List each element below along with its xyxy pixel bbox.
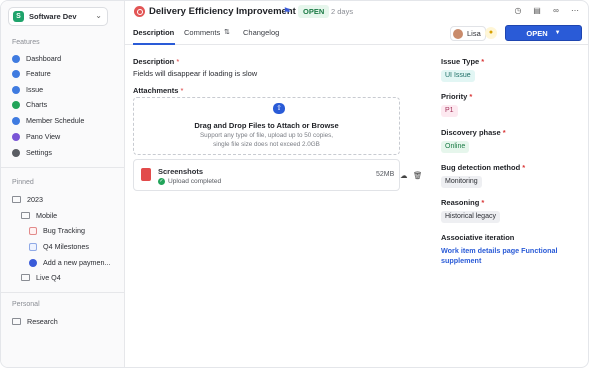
sidebar-divider: [1, 292, 125, 293]
upload-status: ✓ Upload completed: [158, 178, 222, 185]
sidebar-item-dashboard[interactable]: Dashboard: [12, 53, 61, 64]
priority-label: Priority *: [441, 92, 473, 101]
sidebar: S Software Dev ⌄ Features Dashboard Feat…: [1, 1, 125, 367]
sidebar-item-feature[interactable]: Feature: [12, 68, 51, 79]
sidebar-item-add-payment[interactable]: Add a new paymen...: [29, 257, 111, 268]
sidebar-item-member-schedule[interactable]: Member Schedule: [12, 115, 84, 126]
sidebar-item-settings[interactable]: Settings: [12, 147, 52, 158]
association-link[interactable]: Work item details page Functional supple…: [441, 246, 576, 267]
task-icon: [29, 258, 37, 267]
sidebar-item-pano-view[interactable]: Pano View: [12, 131, 60, 142]
folder-icon: [12, 318, 21, 325]
tab-changelog[interactable]: Changelog: [243, 28, 279, 37]
reasoning-label: Reasoning *: [441, 198, 485, 207]
sidebar-item-q4-milestones[interactable]: Q4 Milestones: [29, 241, 89, 252]
chevron-updown-icon: ⌄: [95, 11, 102, 20]
tab-bar: Description Comments ⇅ Changelog Lisa ● …: [125, 23, 588, 45]
sidebar-item-charts[interactable]: Charts: [12, 99, 47, 110]
issue-icon: [12, 85, 20, 94]
pano-view-icon: [12, 132, 20, 141]
active-tab-indicator: [133, 43, 175, 45]
assignee-chip[interactable]: Lisa: [450, 26, 486, 41]
settings-icon: [12, 148, 20, 157]
discovery-phase-value[interactable]: Online: [441, 141, 470, 153]
issue-age: 2 days: [331, 7, 354, 16]
issue-type-icon: [134, 6, 145, 17]
tab-description[interactable]: Description: [133, 28, 174, 37]
file-name: Screenshots: [158, 167, 204, 176]
sidebar-divider: [1, 167, 125, 168]
clock-icon[interactable]: ◷: [513, 6, 523, 15]
sidebar-item-research[interactable]: Research: [12, 316, 58, 327]
bug-detection-value[interactable]: Monitoring: [441, 176, 482, 188]
status-badge: OPEN: [298, 5, 330, 18]
tab-comments[interactable]: Comments: [184, 28, 220, 37]
description-label: Description *: [133, 57, 180, 66]
association-label: Associative iteration: [441, 233, 515, 242]
sidebar-item-issue[interactable]: Issue: [12, 84, 43, 95]
features-section-label: Features: [12, 39, 40, 46]
sidebar-item-2023[interactable]: 2023: [12, 194, 43, 205]
issue-header: Delivery Efficiency Improvement ⚑ OPEN 2…: [125, 1, 588, 23]
status-dropdown-button[interactable]: OPEN ▼: [505, 25, 582, 41]
folder-icon: [21, 212, 30, 219]
file-size: 52MB: [376, 171, 395, 178]
sidebar-item-bug-tracking[interactable]: Bug Tracking: [29, 225, 85, 236]
pdf-file-icon: [141, 168, 151, 181]
avatar: [453, 28, 463, 39]
pinned-section-label: Pinned: [12, 179, 34, 186]
attachment-item[interactable]: Screenshots ✓ Upload completed 52MB ☁ 🗑: [133, 159, 423, 191]
filter-icon[interactable]: ⇅: [224, 28, 230, 36]
description-text[interactable]: Fields will disappear if loading is slow: [133, 69, 257, 78]
feature-icon: [12, 69, 20, 78]
bug-detection-label: Bug detection method *: [441, 163, 526, 172]
file-dropzone[interactable]: ⇧ Drag and Drop Files to Attach or Brows…: [133, 97, 400, 155]
notification-icon[interactable]: ●: [485, 27, 497, 39]
issue-title[interactable]: Delivery Efficiency Improvement: [149, 6, 296, 17]
cloud-download-icon[interactable]: ☁: [400, 171, 408, 180]
more-icon[interactable]: ⋯: [570, 6, 580, 15]
upload-icon: ⇧: [273, 103, 285, 114]
charts-icon: [12, 100, 20, 109]
milestone-icon: [29, 242, 37, 251]
bug-icon: [29, 226, 37, 235]
assignee-name: Lisa: [467, 29, 481, 38]
priority-value[interactable]: P1: [441, 105, 458, 117]
header-actions: ◷ ▤ ∞ ⋯: [513, 6, 580, 15]
attachments-label: Attachments *: [133, 86, 184, 95]
dropzone-title: Drag and Drop Files to Attach or Browse: [194, 121, 339, 130]
workspace-logo: S: [13, 11, 24, 22]
chevron-down-icon: ▼: [554, 30, 561, 36]
app-window: S Software Dev ⌄ Features Dashboard Feat…: [0, 0, 589, 368]
link-icon[interactable]: ∞: [551, 6, 561, 15]
trash-icon[interactable]: 🗑: [413, 171, 423, 180]
folder-icon: [21, 274, 30, 281]
check-icon: ✓: [158, 178, 165, 185]
workspace-switcher[interactable]: S Software Dev ⌄: [8, 7, 108, 26]
dashboard-icon: [12, 54, 20, 63]
reasoning-value[interactable]: Historical legacy: [441, 211, 500, 223]
workspace-name: Software Dev: [29, 12, 77, 21]
folder-icon: [12, 196, 21, 203]
issue-type-label: Issue Type *: [441, 57, 485, 66]
issue-type-value[interactable]: UI Issue: [441, 70, 475, 82]
dropzone-hint: Support any type of file, upload up to 5…: [199, 132, 334, 148]
document-icon[interactable]: ▤: [532, 6, 542, 15]
discovery-phase-label: Discovery phase *: [441, 128, 506, 137]
pin-icon[interactable]: ⚑: [283, 6, 291, 17]
sidebar-item-mobile[interactable]: Mobile: [21, 210, 57, 221]
personal-section-label: Personal: [12, 301, 40, 308]
calendar-icon: [12, 116, 20, 125]
sidebar-item-live-q4[interactable]: Live Q4: [21, 272, 61, 283]
